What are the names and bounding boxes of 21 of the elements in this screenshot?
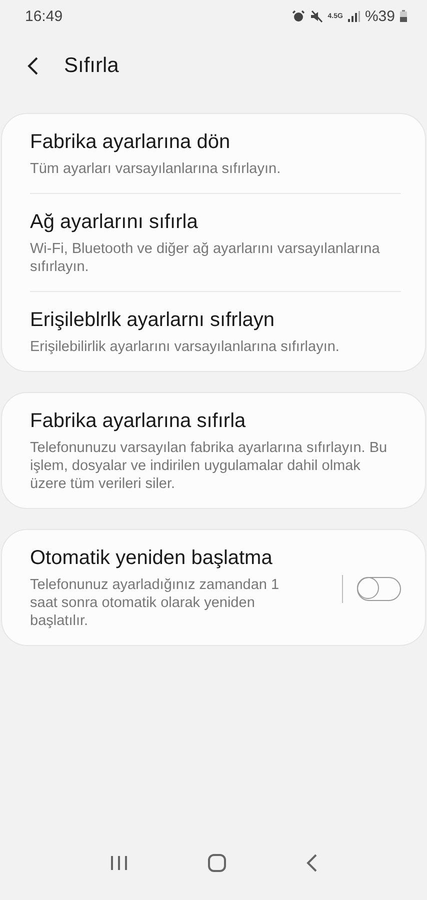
back-icon[interactable] [26,56,40,76]
alarm-icon [292,10,305,22]
status-time: 16:49 [25,8,63,24]
setting-title[interactable]: Ağ ayarlarını sıfırla [30,211,396,234]
setting-description: Wi-Fi, Bluetooth ve diğer ağ ayarlarını varsayılanlarına sıfırlayın. [30,240,381,276]
setting-description: Tüm ayarları varsayılanlarına sıfırlayın. [30,160,282,178]
setting-description: Erişilebilirlik ayarlarını varsayılanlarına sıfırlayın. [30,338,340,356]
home-icon[interactable] [206,853,226,873]
setting-title[interactable]: Fabrika ayarlarına sıfırla [30,410,396,433]
battery-icon [400,10,407,22]
page-title: Sıfırla [64,54,119,78]
setting-title[interactable]: Fabrika ayarlarına dön [30,131,396,154]
recent-apps-icon[interactable] [110,855,128,871]
mute-icon [310,10,323,22]
signal-icon [348,10,360,22]
setting-title[interactable]: Erişileblrlk ayarlarnı sıfrlayn [30,309,396,332]
toggle-switch[interactable] [357,576,401,600]
setting-description: Telefonunuz ayarladığınız zamandan 1 saat sonra otomatik olarak yeniden başlatılır. [30,576,280,630]
battery-percent: %39 [364,8,395,24]
setting-description: Telefonunuzu varsayılan fabrika ayarlarına sıfırlayın. Bu işlem, dosyalar ve indirilen uygulamalar dahil olmak üzere tüm verileri siler. [30,439,388,493]
setting-title[interactable]: Otomatik yeniden başlatma [30,547,330,570]
